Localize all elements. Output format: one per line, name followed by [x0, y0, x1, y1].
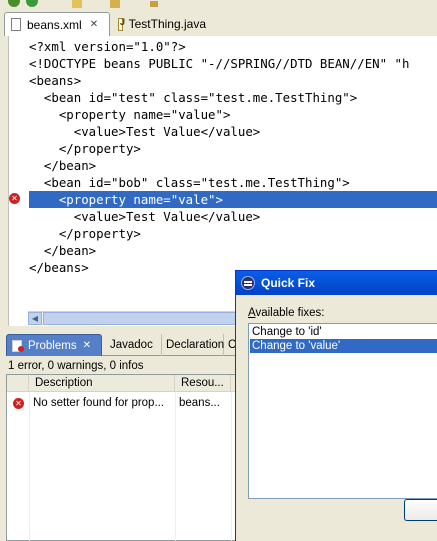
fix-item-selected[interactable]: Change to 'value' [250, 339, 437, 353]
error-icon[interactable]: ✕ [9, 193, 20, 204]
open-type-icon[interactable] [72, 0, 82, 8]
code-line: <?xml version="1.0"?> [29, 39, 186, 54]
quick-fix-dialog: Quick Fix Available fixes: Change to 'id… [235, 270, 437, 541]
fix-item[interactable]: Change to 'id' [250, 325, 437, 339]
eclipse-window: { "editor": { "tabs": [ {"label": "beans… [0, 0, 437, 541]
fix-list[interactable]: Change to 'id' Change to 'value' [248, 323, 437, 499]
column-header-resource[interactable]: Resou... [175, 375, 231, 392]
column-header[interactable] [7, 375, 29, 392]
debug-icon[interactable] [26, 0, 38, 7]
close-icon[interactable]: ✕ [90, 19, 98, 30]
run-icon[interactable] [8, 0, 20, 7]
ok-button[interactable] [404, 499, 437, 521]
code-line: <value>Test Value</value> [29, 209, 261, 224]
problems-summary: 1 error, 0 warnings, 0 infos [8, 360, 144, 372]
column-header-description[interactable]: Description [29, 375, 175, 392]
back-icon[interactable] [150, 1, 158, 7]
error-icon: ✕ [13, 398, 24, 409]
dialog-title: Quick Fix [261, 276, 316, 290]
search-icon[interactable] [110, 0, 120, 8]
close-icon[interactable]: ✕ [83, 340, 91, 351]
code-line: </bean> [29, 243, 97, 258]
java-file-icon [118, 17, 124, 31]
problem-resource: beans... [179, 397, 220, 409]
code-line: <bean id="bob" class="test.me.TestThing"… [29, 175, 350, 190]
editor-tabs: beans.xml ✕ TestThing.java [0, 8, 437, 36]
main-toolbar [0, 0, 437, 8]
tab-label: beans.xml [27, 17, 82, 32]
problem-description: No setter found for prop... [33, 397, 165, 409]
tab-label: Problems [28, 339, 77, 352]
scroll-left-icon[interactable]: ◀ [28, 312, 42, 325]
tab-testthing-java[interactable]: TestThing.java [112, 12, 212, 36]
tab-label: Declaration [166, 339, 225, 351]
problems-icon [11, 339, 24, 352]
dialog-titlebar[interactable]: Quick Fix [236, 271, 437, 295]
available-fixes-label: Available fixes: [248, 307, 325, 319]
code-line: <property name="value"> [29, 107, 231, 122]
code-line: </bean> [29, 158, 97, 173]
annotation-ruler [9, 36, 25, 310]
available-fixes-text: vailable fixes: [255, 307, 325, 319]
code-line: <beans> [29, 73, 82, 88]
code-line: </property> [29, 141, 141, 156]
xml-file-icon [11, 18, 21, 31]
grid-line [175, 392, 176, 541]
code-line-selected: <property name="vale"> [29, 191, 437, 208]
code-line: </property> [29, 226, 141, 241]
tab-javadoc[interactable]: Javadoc [106, 334, 162, 356]
code-line: <value>Test Value</value> [29, 124, 261, 139]
grid-line [29, 392, 30, 541]
tab-declaration[interactable]: Declaration [162, 334, 224, 356]
tab-beans-xml[interactable]: beans.xml ✕ [4, 12, 110, 36]
eclipse-icon [241, 276, 255, 290]
grid-line [231, 392, 232, 541]
code-line: <!DOCTYPE beans PUBLIC "-//SPRING//DTD B… [29, 56, 410, 71]
code-line: <bean id="test" class="test.me.TestThing… [29, 90, 358, 105]
tab-label: TestThing.java [128, 17, 206, 31]
tab-problems[interactable]: Problems ✕ [6, 334, 102, 356]
tab-label: Javadoc [110, 339, 153, 351]
code-line: </beans> [29, 260, 89, 275]
